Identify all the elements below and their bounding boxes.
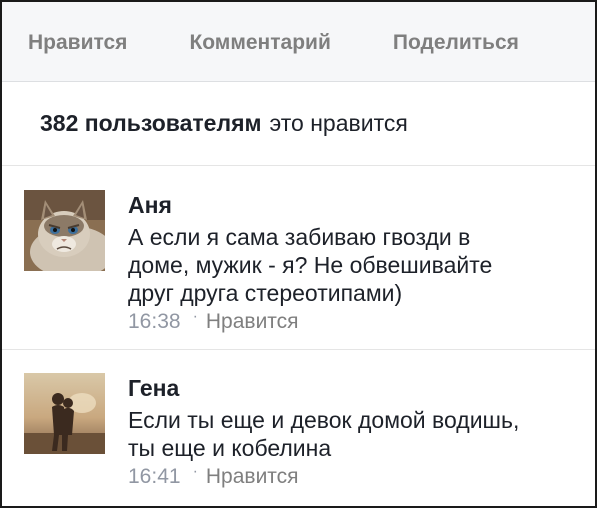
- comment-text-line: доме, мужик - я? Не обвешивайте: [128, 252, 493, 278]
- comment-button[interactable]: Комментарий: [189, 31, 330, 55]
- comment-text: А если я сама забиваю гвозди в доме, муж…: [128, 223, 548, 307]
- comment-author[interactable]: Гена: [128, 375, 595, 401]
- comment-body: Аня А если я сама забиваю гвозди в доме,…: [128, 190, 595, 349]
- comment-text: Если ты еще и девок домой водишь, ты еще…: [128, 406, 548, 462]
- comment-timestamp[interactable]: 16:38: [128, 308, 181, 336]
- comment-author[interactable]: Аня: [128, 192, 595, 218]
- comment-text-line: ты еще и кобелина: [128, 435, 332, 461]
- comment-meta: 16:38 · Нравится: [128, 308, 595, 336]
- likes-suffix: это нравится: [269, 110, 408, 136]
- comment-item: Аня А если я сама забиваю гвозди в доме,…: [2, 166, 595, 350]
- meta-separator: ·: [192, 463, 198, 480]
- grumpy-cat-avatar[interactable]: [24, 190, 105, 271]
- action-bar: Нравится Комментарий Поделиться: [2, 2, 595, 82]
- comment-meta: 16:41 · Нравится: [128, 463, 595, 491]
- share-button[interactable]: Поделиться: [393, 31, 519, 55]
- comment-text-line: друг друга стереотипами): [128, 280, 403, 306]
- comment-timestamp[interactable]: 16:41: [128, 463, 181, 491]
- comment-text-line: А если я сама забиваю гвозди в: [128, 224, 471, 250]
- likes-count[interactable]: 382 пользователям: [40, 110, 262, 137]
- comment-item: Гена Если ты еще и девок домой водишь, т…: [2, 350, 595, 506]
- meta-separator: ·: [192, 308, 198, 325]
- likes-summary: 382 пользователям это нравится: [2, 82, 595, 166]
- comment-like-link[interactable]: Нравится: [206, 308, 299, 336]
- comment-text-line: Если ты еще и девок домой водишь,: [128, 407, 520, 433]
- comment-like-link[interactable]: Нравится: [206, 463, 299, 491]
- facebook-post-footer: Нравится Комментарий Поделиться 382 поль…: [0, 0, 597, 508]
- comment-body: Гена Если ты еще и девок домой водишь, т…: [128, 373, 595, 506]
- couple-sunset-avatar[interactable]: [24, 373, 105, 454]
- like-button[interactable]: Нравится: [28, 31, 127, 55]
